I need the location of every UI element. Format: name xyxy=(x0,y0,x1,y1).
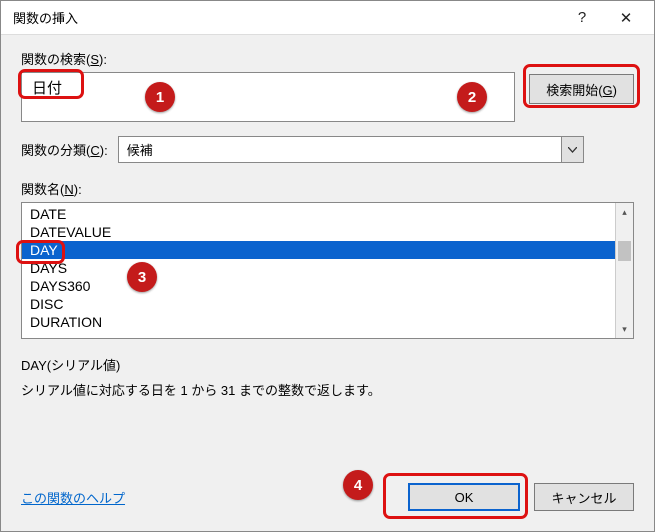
list-item[interactable]: DURATION xyxy=(22,313,615,331)
list-item[interactable]: DAYS360 xyxy=(22,277,615,295)
footer-row: この関数のヘルプ OK キャンセル 4 xyxy=(21,483,634,523)
description-block: DAY(シリアル値) シリアル値に対応する日を 1 から 31 までの整数で返し… xyxy=(21,355,634,399)
scroll-track[interactable] xyxy=(616,221,633,320)
category-value: 候補 xyxy=(118,136,562,163)
list-item[interactable]: DAY xyxy=(22,241,615,259)
list-item[interactable]: DATE xyxy=(22,205,615,223)
search-go-button[interactable]: 検索開始(G) xyxy=(529,74,634,104)
ok-button[interactable]: OK xyxy=(408,483,520,511)
category-row: 関数の分類(C): 候補 xyxy=(21,136,634,163)
scroll-up-icon[interactable]: ▴ xyxy=(616,203,633,221)
search-label-key: S xyxy=(90,52,99,67)
help-button[interactable]: ? xyxy=(560,3,604,33)
list-item[interactable]: DISC xyxy=(22,295,615,313)
function-listbox[interactable]: DATEDATEVALUEDAYDAYSDAYS360DISCDURATION … xyxy=(21,202,634,339)
close-button[interactable]: ✕ xyxy=(604,3,648,33)
content-area: 関数の検索(S): 検索開始(G) 1 2 関数の分類(C): 候補 xyxy=(1,35,654,531)
category-select[interactable]: 候補 xyxy=(118,136,584,163)
search-label-text: 関数の検索( xyxy=(21,52,90,67)
function-signature: DAY(シリアル値) xyxy=(21,355,634,374)
function-list-wrap: DATEDATEVALUEDAYDAYSDAYS360DISCDURATION … xyxy=(21,202,634,339)
insert-function-dialog: 関数の挿入 ? ✕ 関数の検索(S): 検索開始(G) 1 2 関数の分類(C)… xyxy=(0,0,655,532)
list-item[interactable]: DAYS xyxy=(22,259,615,277)
chevron-down-icon[interactable] xyxy=(561,136,584,163)
titlebar: 関数の挿入 ? ✕ xyxy=(1,1,654,35)
search-label-suffix: ): xyxy=(99,52,107,67)
function-description: シリアル値に対応する日を 1 から 31 までの整数で返します。 xyxy=(21,380,634,399)
scroll-thumb[interactable] xyxy=(618,241,631,261)
cancel-button[interactable]: キャンセル xyxy=(534,483,634,511)
help-link[interactable]: この関数のヘルプ xyxy=(21,488,125,507)
scrollbar[interactable]: ▴ ▾ xyxy=(615,203,633,338)
search-label: 関数の検索(S): xyxy=(21,49,634,68)
search-row: 検索開始(G) 1 2 xyxy=(21,72,634,122)
footer-buttons: OK キャンセル xyxy=(408,483,634,511)
category-label: 関数の分類(C): xyxy=(21,140,108,159)
list-item[interactable]: DATEVALUE xyxy=(22,223,615,241)
dialog-title: 関数の挿入 xyxy=(13,8,560,27)
search-input[interactable] xyxy=(21,72,515,122)
function-list-inner: DATEDATEVALUEDAYDAYSDAYS360DISCDURATION xyxy=(22,203,615,338)
scroll-down-icon[interactable]: ▾ xyxy=(616,320,633,338)
functions-label: 関数名(N): xyxy=(21,179,634,198)
